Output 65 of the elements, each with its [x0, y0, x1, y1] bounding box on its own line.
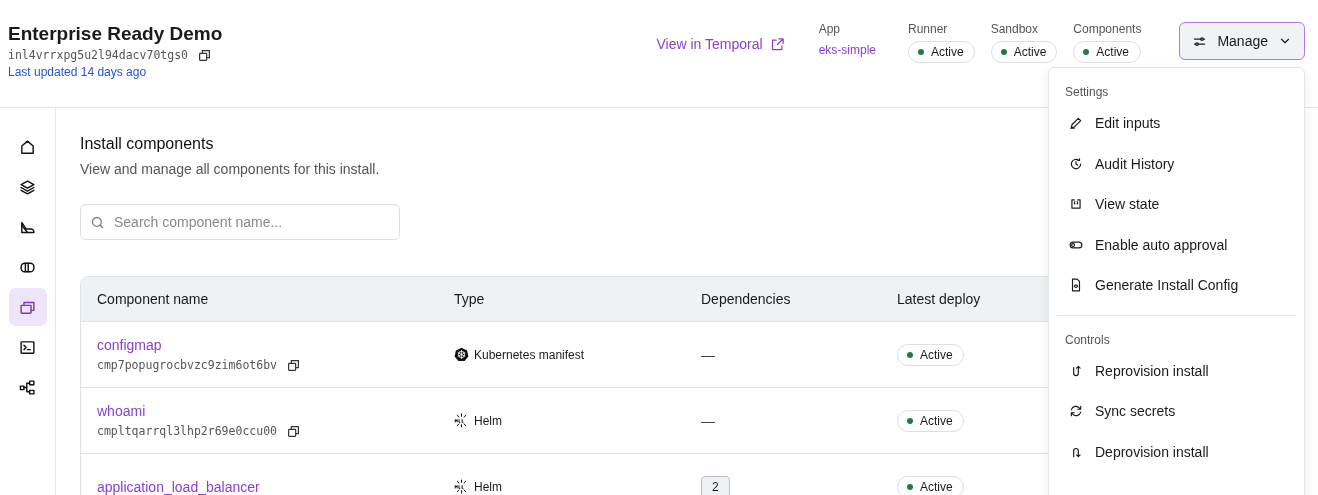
menu-heading: Settings [1064, 84, 1110, 101]
external-link-icon [769, 36, 785, 52]
copy-icon[interactable] [287, 424, 300, 438]
status-badge: Active [990, 41, 1058, 63]
layers-icon [19, 178, 36, 196]
history-icon [1069, 156, 1083, 171]
copy-icon[interactable] [198, 48, 211, 62]
status-dot [1000, 49, 1007, 55]
status-dot [907, 483, 913, 490]
home-icon [19, 138, 36, 156]
app-label: App [818, 22, 841, 36]
deploy-status-badge: Active [897, 409, 964, 432]
status-dot [918, 49, 924, 55]
status-label: Components [1073, 22, 1142, 36]
search-field[interactable]: Search component name... [80, 204, 400, 240]
terminal-icon [19, 338, 36, 356]
section-title: Install components [80, 135, 215, 153]
deploy-status-badge: Active [897, 343, 964, 366]
menu-item[interactable]: Deprovision install [1057, 431, 1296, 472]
status-badge: Active [908, 41, 975, 63]
column-header: Dependencies [700, 291, 792, 307]
component-id: cmp7popugrocbvzc9zim6ot6bv [97, 358, 277, 372]
menu-heading: Controls [1064, 331, 1111, 349]
menu-item[interactable]: Generate Install Config [1057, 265, 1296, 306]
status-dot [907, 417, 913, 424]
status-dot [1083, 49, 1090, 55]
no-dependencies: — [701, 346, 715, 363]
file-code-icon [1069, 278, 1083, 293]
kubernetes-icon [454, 347, 469, 362]
status-dot [907, 351, 913, 358]
component-type: Kubernetes manifest [474, 347, 585, 362]
menu-item[interactable]: Edit inputs [1057, 103, 1296, 144]
menu-item[interactable]: Sync secrets [1057, 391, 1296, 432]
component-link[interactable]: application_load_balancer [97, 478, 438, 495]
search-icon [90, 215, 105, 230]
pencil-icon [1069, 116, 1083, 131]
last-updated: Last updated 14 days ago [8, 65, 148, 79]
column-header: Latest deploy [896, 291, 982, 307]
refresh-icon [1069, 404, 1083, 419]
menu-item[interactable]: Audit History [1057, 143, 1296, 184]
section-subtitle: View and manage all components for this install. [80, 161, 380, 177]
component-link[interactable]: configmap [97, 337, 438, 353]
column-header: Component name [96, 291, 210, 307]
sidebar-item[interactable] [8, 288, 47, 326]
deploy-status-badge: Active [897, 475, 964, 495]
component-id: cmpltqarrql3lhp2r69e0ccu00 [97, 424, 277, 438]
no-dependencies: — [701, 412, 715, 429]
status-label: Sandbox [990, 22, 1040, 36]
app-link[interactable]: eks-simple [818, 43, 876, 57]
component-type: Helm [474, 413, 502, 428]
graph-icon [19, 378, 36, 396]
component-link[interactable]: whoami [97, 403, 438, 419]
column-header: Type [453, 291, 486, 307]
install-id: inl4vrrxpg5u2l94dacv70tgs0 [8, 48, 188, 62]
component-type: Helm [474, 479, 502, 494]
manage-button[interactable]: Manage [1179, 22, 1305, 60]
copy-icon[interactable] [287, 358, 300, 372]
menu-item[interactable]: Reprovision install [1057, 350, 1296, 391]
temporal-link[interactable]: View in Temporal [656, 36, 785, 52]
status-badge: Active [1073, 41, 1142, 63]
install-title: Enterprise Ready Demo [8, 22, 223, 46]
menu-item[interactable]: Enable auto approval [1057, 224, 1296, 265]
menu-item[interactable]: View state [1057, 184, 1296, 225]
status-label: Runner [908, 22, 949, 36]
dependency-count: 2 [701, 475, 730, 495]
